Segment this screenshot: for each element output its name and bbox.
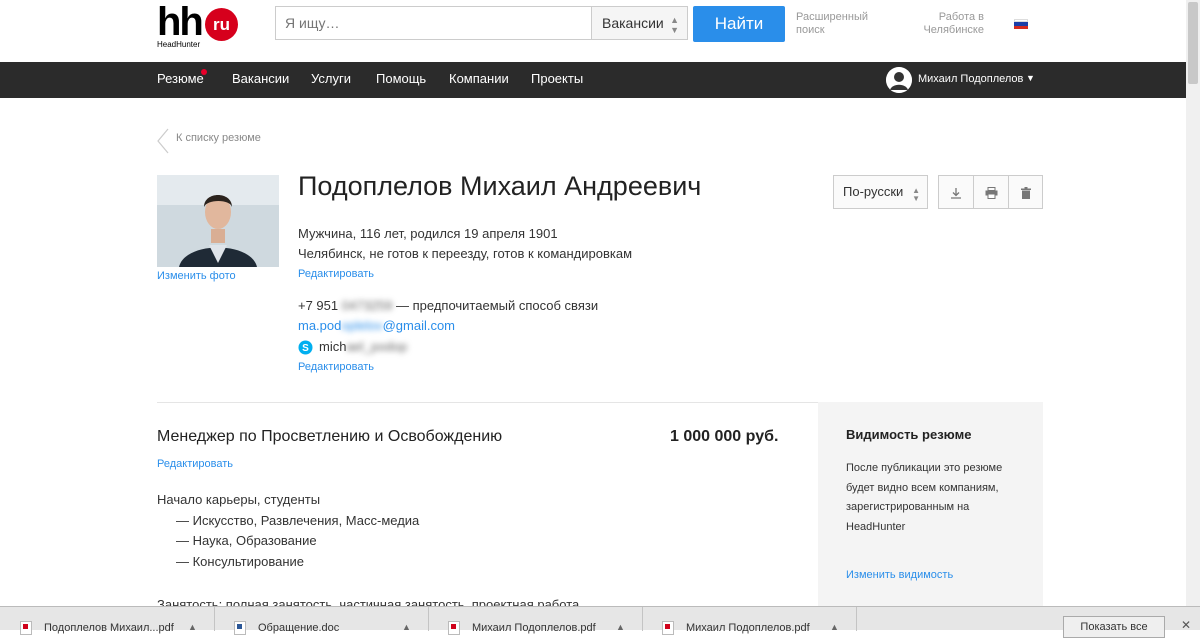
professional-area: Начало карьеры, студенты: [157, 492, 321, 507]
user-avatar-icon: [886, 67, 912, 93]
language-value: По-русски: [843, 184, 904, 199]
download-name: Подоплелов Михаил...pdf: [44, 622, 174, 634]
find-button[interactable]: Найти: [693, 6, 785, 42]
edit-contacts-link[interactable]: Редактировать: [298, 361, 374, 373]
skype-hidden: ael_podop: [346, 339, 408, 354]
trash-icon[interactable]: [1008, 176, 1043, 208]
edit-personal-link[interactable]: Редактировать: [298, 268, 374, 280]
download-item[interactable]: Обращение.doc ▲: [214, 607, 429, 635]
logo-text: hh: [157, 0, 204, 44]
search-scope-select[interactable]: Вакансии ▲ ▼: [591, 6, 688, 40]
skype-prefix: mich: [319, 339, 347, 354]
pdf-file-icon: [448, 621, 460, 635]
print-icon[interactable]: [973, 176, 1008, 208]
pdf-file-icon: [662, 621, 674, 635]
language-select[interactable]: По-русски ▲ ▼: [833, 175, 928, 209]
main-nav: Резюме Вакансии Услуги Помощь Компании П…: [0, 62, 1186, 98]
salary: 1 000 000 руб.: [670, 428, 779, 445]
change-photo-link[interactable]: Изменить фото: [157, 270, 236, 282]
phone-contact: +7 951 0473259 — предпочитаемый способ с…: [298, 298, 598, 313]
phone-prefix: +7 951: [298, 298, 339, 313]
chevron-up-icon[interactable]: ▲: [402, 622, 411, 632]
download-name: Михаил Подоплелов.pdf: [472, 622, 596, 634]
email-hidden: oplelov: [341, 318, 383, 333]
search-input[interactable]: [275, 6, 591, 40]
nav-item-companies[interactable]: Компании: [449, 62, 509, 98]
notification-dot: [201, 69, 207, 75]
russian-flag-icon[interactable]: [1014, 19, 1028, 29]
download-name: Обращение.doc: [258, 622, 340, 634]
svg-text:S: S: [302, 343, 309, 354]
job-location-link[interactable]: Работа в Челябинске: [900, 11, 984, 37]
resume-name: Подоплелов Михаил Андреевич: [298, 171, 702, 201]
edit-position-link[interactable]: Редактировать: [157, 458, 233, 470]
position-title: Менеджер по Просветлению и Освобождению: [157, 428, 503, 445]
location-info: Челябинск, не готов к переезду, готов к …: [298, 246, 633, 261]
top-header: hh ru HeadHunter Вакансии ▲▼ Найти Расши…: [0, 0, 1186, 62]
chevron-down-icon: ▼: [1026, 73, 1035, 83]
phone-hidden: 0473259: [341, 298, 393, 313]
skype-contact: S michael_podop: [298, 339, 408, 355]
email-suffix: @gmail.com: [382, 318, 456, 333]
visibility-panel: Видимость резюме После публикации это ре…: [818, 402, 1043, 630]
nav-item-projects[interactable]: Проекты: [531, 62, 583, 98]
doc-file-icon: [234, 621, 246, 635]
page-scrollbar[interactable]: [1186, 0, 1200, 630]
select-arrows-icon: ▲ ▼: [670, 15, 679, 35]
chevron-up-icon[interactable]: ▲: [188, 622, 197, 632]
resume-tools: [938, 175, 1043, 209]
specialization-item: — Искусство, Развлечения, Масс-медиа: [176, 513, 420, 528]
page: hh ru HeadHunter Вакансии ▲▼ Найти Расши…: [0, 0, 1186, 630]
phone-note: — предпочитаемый способ связи: [396, 298, 599, 313]
personal-info: Мужчина, 116 лет, родился 19 апреля 1901: [298, 226, 558, 241]
download-item[interactable]: Михаил Подоплелов.pdf ▲: [428, 607, 643, 635]
section-divider: [157, 402, 818, 403]
email-link[interactable]: ma.podoplelov@gmail.com: [298, 318, 455, 333]
nav-item-help[interactable]: Помощь: [376, 62, 426, 98]
skype-icon: S: [298, 340, 313, 355]
visibility-text: После публикации это резюме будет видно …: [846, 462, 1003, 533]
user-name: Михаил Подоплелов: [918, 73, 1024, 85]
specialization-item: — Консультирование: [176, 554, 304, 569]
chevron-left-icon: [157, 128, 169, 154]
nav-item-services[interactable]: Услуги: [311, 62, 351, 98]
specialization-item: — Наука, Образование: [176, 533, 317, 548]
search-scope-value: Вакансии: [602, 15, 664, 31]
logo-badge: ru: [205, 8, 238, 41]
resume-photo: [157, 175, 279, 267]
change-visibility-link[interactable]: Изменить видимость: [846, 569, 953, 581]
headhunter-logo[interactable]: hh ru HeadHunter: [157, 0, 239, 49]
select-arrows-icon: ▲ ▼: [912, 186, 920, 203]
logo-subtitle: HeadHunter: [157, 40, 201, 49]
show-all-downloads-button[interactable]: Показать все: [1063, 616, 1165, 638]
download-item[interactable]: Михаил Подоплелов.pdf ▲: [642, 607, 857, 635]
back-link-label: К списку резюме: [176, 132, 261, 144]
download-name: Михаил Подоплелов.pdf: [686, 622, 810, 634]
chevron-up-icon[interactable]: ▲: [830, 622, 839, 632]
downloads-bar: Подоплелов Михаил...pdf ▲ Обращение.doc …: [0, 606, 1200, 638]
scrollbar-thumb[interactable]: [1188, 2, 1198, 84]
email-prefix: ma.pod: [298, 318, 342, 333]
nav-item-vacancies[interactable]: Вакансии: [232, 62, 289, 98]
visibility-title: Видимость резюме: [846, 427, 972, 442]
advanced-search-link[interactable]: Расширенный поиск: [796, 11, 876, 37]
chevron-up-icon[interactable]: ▲: [616, 622, 625, 632]
download-item[interactable]: Подоплелов Михаил...pdf ▲: [0, 607, 215, 635]
download-icon[interactable]: [939, 176, 973, 208]
pdf-file-icon: [20, 621, 32, 635]
nav-item-resume[interactable]: Резюме: [157, 62, 204, 98]
